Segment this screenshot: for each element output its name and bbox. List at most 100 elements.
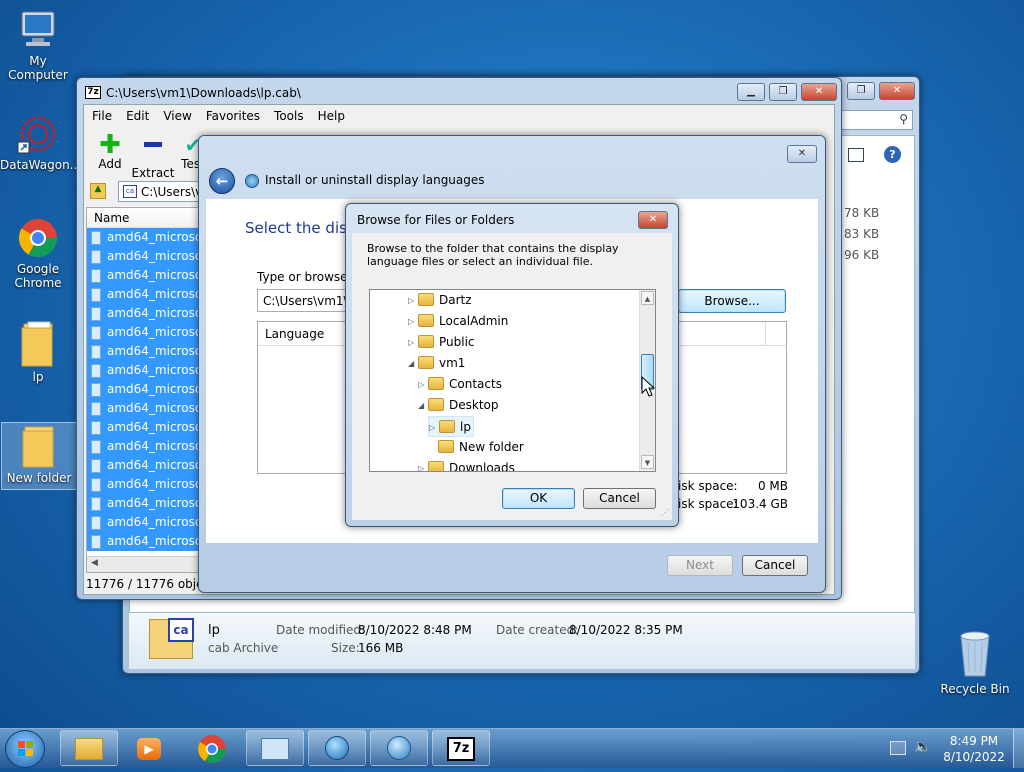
tree-node[interactable]: New folder	[428, 437, 524, 458]
tree-node[interactable]: ◢ Desktop	[418, 395, 499, 416]
cancel-button[interactable]: Cancel	[742, 555, 808, 576]
menu-favorites[interactable]: Favorites	[206, 109, 260, 123]
file-row[interactable]: amd64_microsoft	[87, 494, 203, 513]
scroll-up-icon[interactable]: ▲	[641, 291, 654, 305]
next-button[interactable]: Next	[667, 555, 733, 576]
file-row[interactable]: amd64_microsoft	[87, 456, 203, 475]
desktop-icon-lp[interactable]: lp	[0, 318, 76, 384]
close-button[interactable]: ✕	[879, 82, 915, 100]
menu-help[interactable]: Help	[318, 109, 345, 123]
file-row[interactable]: amd64_microsoft	[87, 361, 203, 380]
file-icon	[91, 249, 101, 264]
close-button[interactable]: ✕	[787, 145, 817, 163]
search-icon: ⚲	[899, 112, 908, 126]
menu-file[interactable]: File	[92, 109, 112, 123]
file-row[interactable]: amd64_microsoft	[87, 266, 203, 285]
file-row[interactable]: amd64_microsoft	[87, 342, 203, 361]
extract-button[interactable]: Extract	[130, 133, 176, 180]
menu-view[interactable]: View	[163, 109, 191, 123]
file-row[interactable]: amd64_microsoft	[87, 228, 203, 247]
cab-icon: ca	[123, 185, 137, 198]
expand-icon[interactable]: ▷	[429, 417, 439, 438]
tree-node[interactable]: ▷ Public	[408, 332, 475, 353]
file-row[interactable]: amd64_microsoft	[87, 437, 203, 456]
file-row[interactable]: amd64_microsoft	[87, 304, 203, 323]
ok-button[interactable]: OK	[502, 488, 575, 509]
scroll-down-icon[interactable]: ▼	[641, 455, 654, 469]
taskbar-language-installer[interactable]	[370, 730, 428, 766]
expand-icon[interactable]: ▷	[408, 290, 418, 311]
size-label: Size:	[331, 641, 360, 655]
taskbar-7zip[interactable]: 7z	[432, 730, 490, 766]
file-row[interactable]: amd64_microsoft	[87, 532, 203, 551]
file-row[interactable]: amd64_microsoft	[87, 513, 203, 532]
file-row[interactable]: amd64_microsoft	[87, 475, 203, 494]
file-row[interactable]: amd64_microsoft	[87, 247, 203, 266]
tree-node[interactable]: ▷ lp	[428, 416, 474, 437]
network-tray-icon[interactable]	[890, 741, 906, 755]
tree-node[interactable]: ▷ LocalAdmin	[408, 311, 508, 332]
taskbar-network[interactable]	[308, 730, 366, 766]
start-button[interactable]	[5, 730, 45, 768]
expand-icon[interactable]: ▷	[408, 311, 418, 332]
expand-icon[interactable]: ▷	[408, 332, 418, 353]
show-desktop-button[interactable]	[1013, 729, 1024, 768]
file-row[interactable]: amd64_microsoft	[87, 285, 203, 304]
up-folder-icon[interactable]: ▲	[90, 183, 106, 199]
volume-tray-icon[interactable]: 🔈	[914, 739, 931, 755]
desktop-icon-datawagon[interactable]: DataWagon...	[0, 112, 81, 172]
restore-icon: ❐	[778, 86, 788, 97]
folder-icon	[418, 293, 434, 306]
address-bar[interactable]: ca C:\Users\vm1	[118, 181, 208, 202]
column-header-name[interactable]: Name	[87, 208, 203, 228]
menu-tools[interactable]: Tools	[274, 109, 304, 123]
collapse-icon[interactable]: ◢	[418, 395, 428, 416]
minimize-button[interactable]: ▁	[737, 83, 765, 101]
tree-node[interactable]: ◢ vm1	[408, 353, 465, 374]
file-row[interactable]: amd64_microsoft	[87, 399, 203, 418]
7zip-icon: 7z	[447, 737, 475, 761]
chrome-icon	[198, 735, 226, 763]
tree-node[interactable]: ▷ Dartz	[408, 290, 472, 311]
maximize-button[interactable]: ❐	[769, 83, 797, 101]
file-row[interactable]: amd64_microsoft	[87, 323, 203, 342]
file-icon	[91, 439, 101, 454]
cancel-button[interactable]: Cancel	[583, 488, 656, 509]
path-input[interactable]: C:\Users\vm1\D	[257, 289, 357, 312]
file-icon	[91, 477, 101, 492]
globe-icon	[325, 736, 349, 760]
column-divider	[765, 322, 766, 346]
back-button[interactable]: ←	[209, 168, 235, 194]
file-row[interactable]: amd64_microsoft	[87, 380, 203, 399]
desktop-icon-my-computer[interactable]: My Computer	[0, 8, 76, 82]
menu-edit[interactable]: Edit	[126, 109, 149, 123]
help-icon[interactable]: ?	[884, 146, 901, 163]
restore-button[interactable]: ❐	[847, 82, 875, 100]
file-icon	[91, 515, 101, 530]
tree-node[interactable]: ▷ Downloads	[418, 458, 515, 471]
desktop-icon-new-folder[interactable]: New folder	[1, 422, 77, 490]
desktop-icon-google-chrome[interactable]: Google Chrome	[0, 216, 76, 290]
close-button[interactable]: ✕	[801, 83, 837, 101]
tray-clock[interactable]: 8:49 PM 8/10/2022	[938, 733, 1010, 765]
add-button[interactable]: ✚ Add	[92, 132, 128, 171]
tree-node[interactable]: ▷ Contacts	[418, 374, 502, 395]
browse-button[interactable]: Browse...	[678, 289, 786, 313]
taskbar-explorer[interactable]	[60, 730, 118, 766]
expand-icon[interactable]: ▷	[418, 374, 428, 395]
collapse-icon[interactable]: ◢	[408, 353, 418, 374]
resize-grip-icon[interactable]: ⋰	[661, 508, 669, 517]
desktop-icon-recycle-bin[interactable]: Recycle Bin	[937, 628, 1013, 696]
scroll-left-icon[interactable]: ◀	[91, 558, 98, 568]
file-row[interactable]: amd64_microsoft	[87, 418, 203, 437]
horizontal-scrollbar[interactable]: ◀	[87, 556, 203, 572]
desktop-icon-label: lp	[32, 370, 44, 384]
file-name: amd64_microsoft	[107, 363, 203, 377]
taskbar-control-panel[interactable]	[246, 730, 304, 766]
taskbar-chrome	[182, 730, 240, 766]
file-size: 96 KB	[844, 248, 880, 262]
file-name: amd64_microsoft	[107, 420, 203, 434]
preview-pane-icon[interactable]	[848, 148, 864, 162]
expand-icon[interactable]: ▷	[418, 458, 428, 471]
close-button[interactable]: ✕	[638, 211, 668, 229]
